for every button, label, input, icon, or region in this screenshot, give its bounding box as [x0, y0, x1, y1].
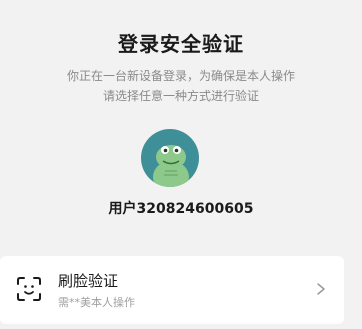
- subtitle-line-2: 请选择任意一种方式进行验证: [102, 89, 259, 103]
- page-title: 登录安全验证: [118, 32, 244, 56]
- chevron-right-icon: [317, 283, 325, 295]
- option-label: 刷脸验证: [58, 272, 119, 290]
- page-subtitle: 你正在一台新设备登录，为确保是本人操作 请选择任意一种方式进行验证: [0, 66, 362, 106]
- face-verification-option[interactable]: 刷脸验证 需**美本人操作: [0, 256, 344, 324]
- username: 用户320824600605: [108, 201, 254, 217]
- cartoon-avatar-icon: [153, 145, 189, 187]
- face-scan-icon: [17, 277, 41, 301]
- avatar: [141, 129, 199, 187]
- subtitle-line-1: 你正在一台新设备登录，为确保是本人操作: [66, 69, 295, 83]
- option-description: 需**美本人操作: [58, 296, 135, 309]
